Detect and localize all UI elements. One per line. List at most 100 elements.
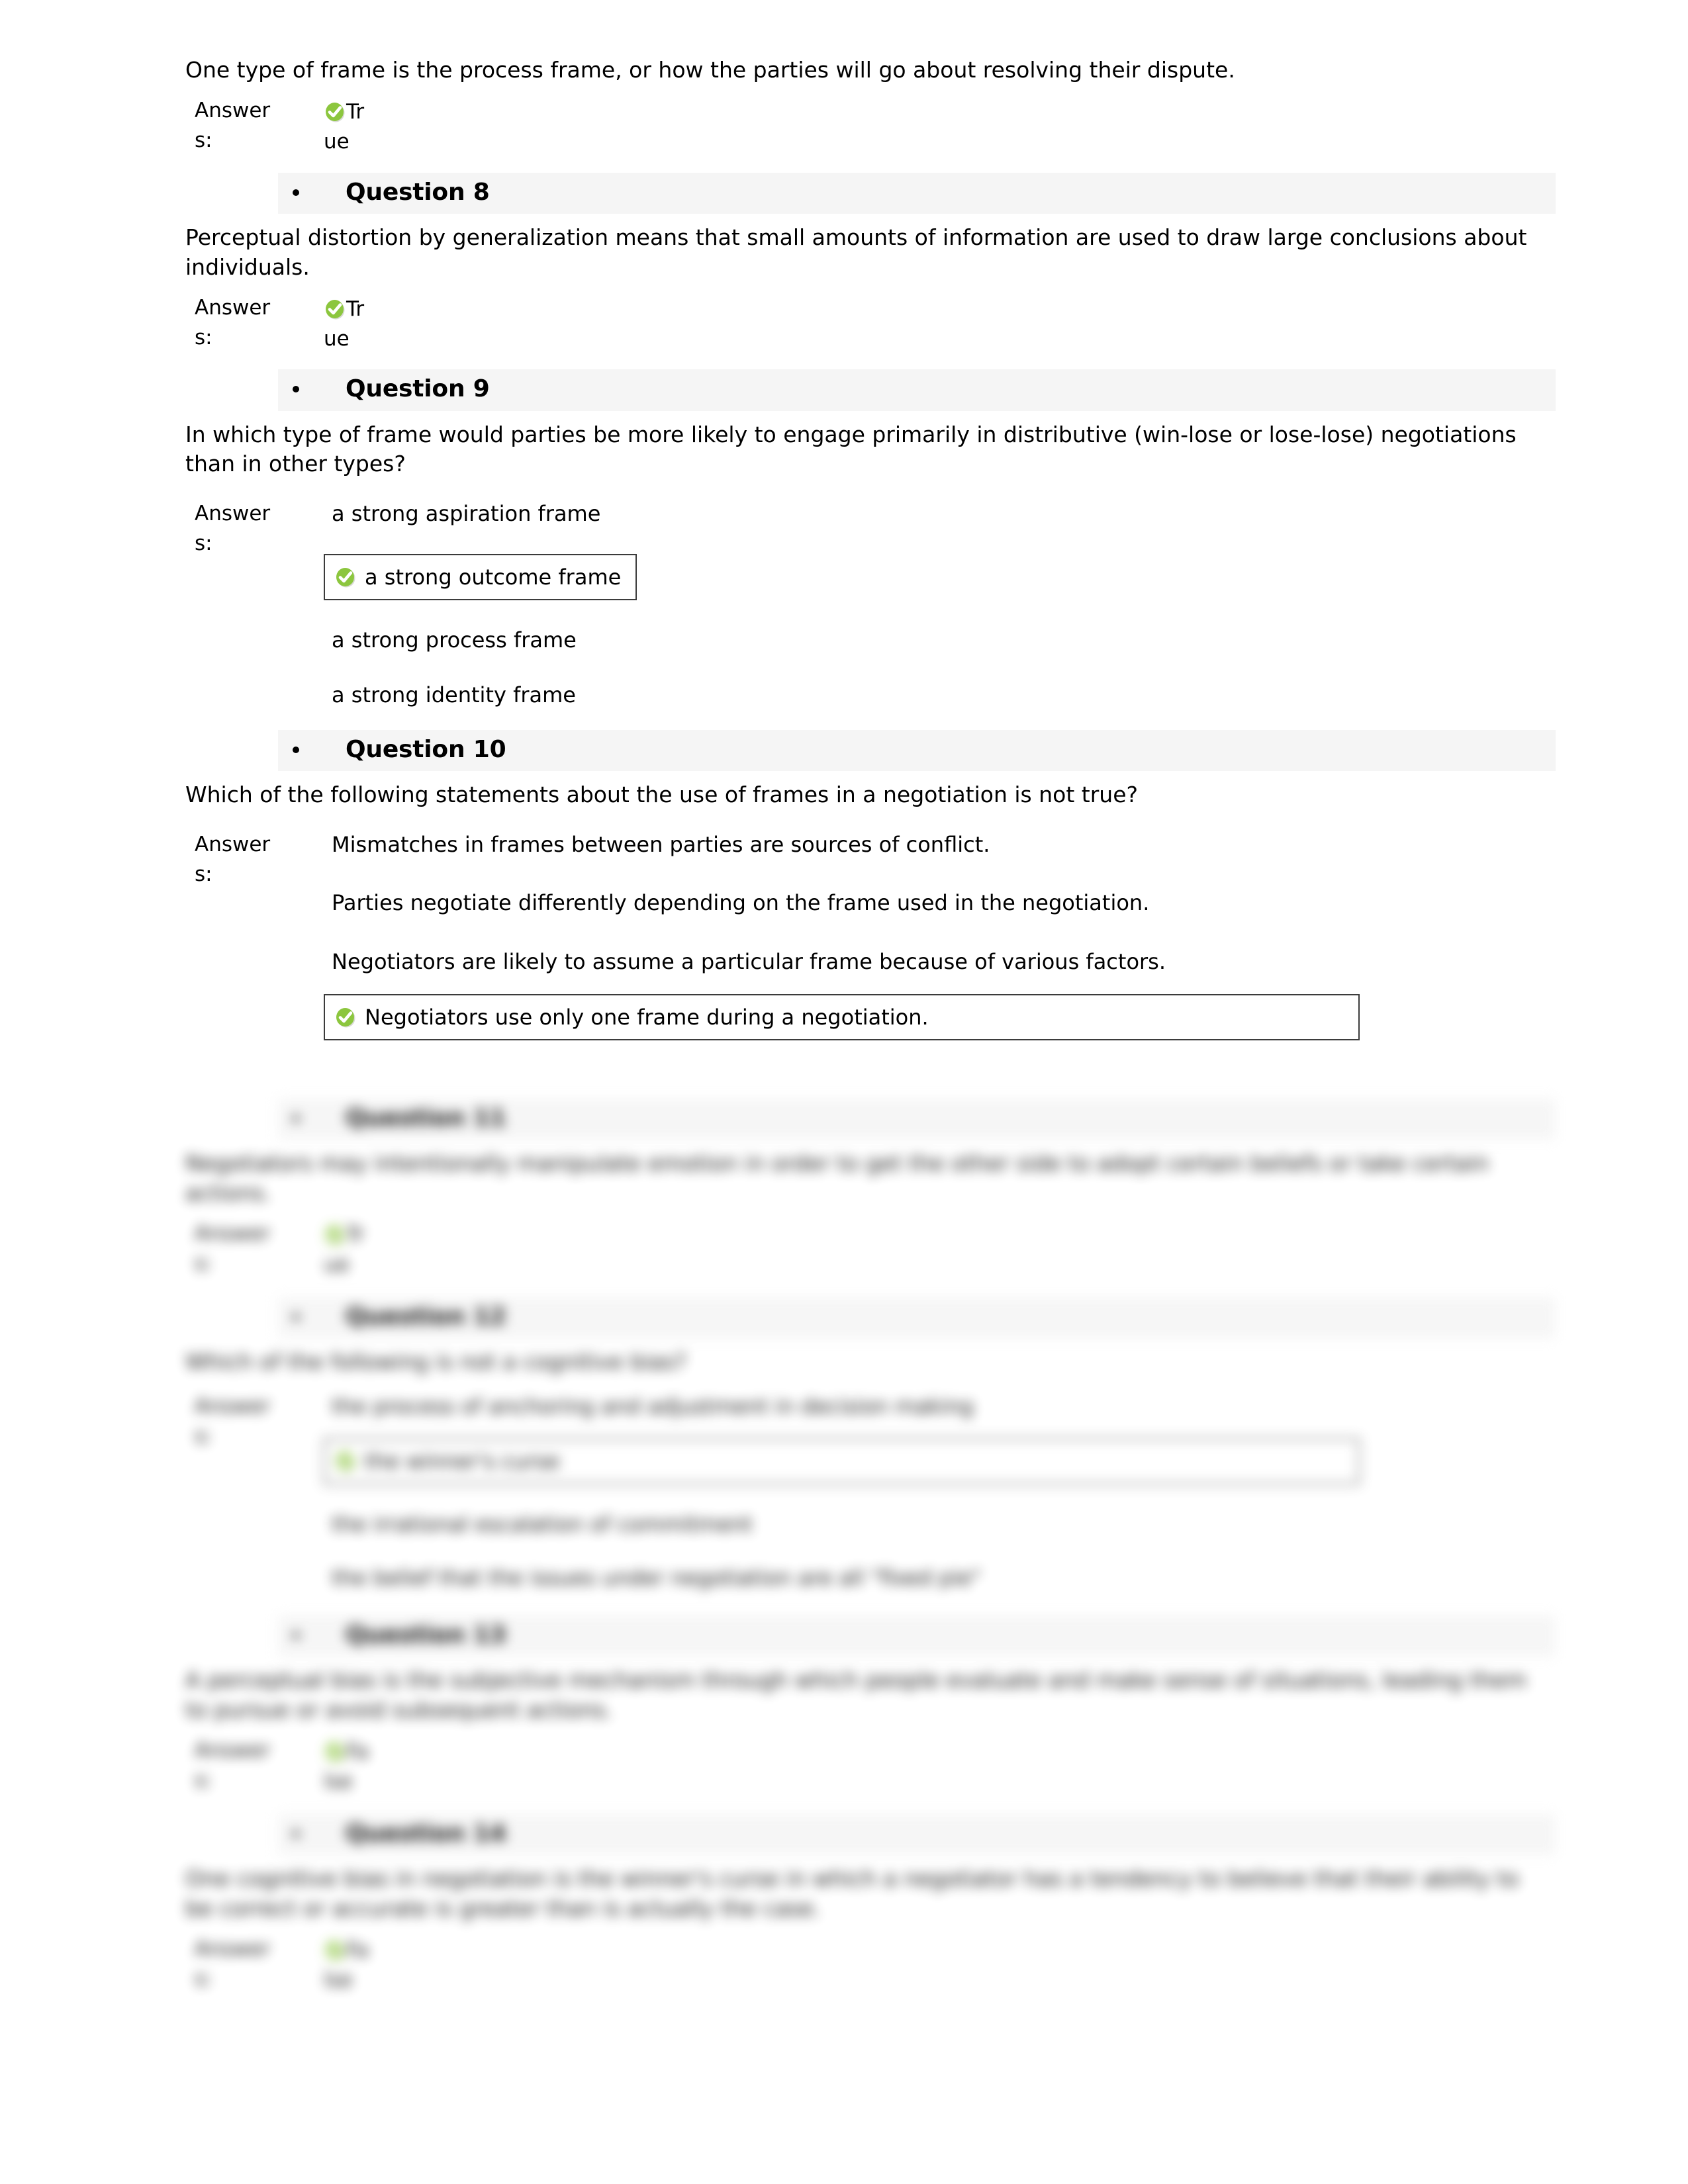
answers-label: Answer s: [195, 1392, 277, 1451]
green-check-circle-icon [324, 101, 346, 123]
answer-option[interactable]: Negotiators are likely to assume a parti… [324, 947, 1549, 977]
answers-body: True [324, 293, 1549, 353]
green-check-circle-icon [334, 1450, 357, 1473]
answer-text-line2: e [336, 1252, 350, 1277]
question-stem: A perceptual bias is the subjective mech… [185, 1667, 1527, 1723]
answer-option-label: Negotiators use only one frame during a … [365, 1005, 929, 1030]
answer-option-label: the winner's curse [365, 1449, 560, 1475]
answers-block: Answer s: Mismatches in frames between p… [185, 830, 1549, 1066]
answer-text-line2: e [340, 1769, 353, 1794]
answers-label-line1: Answer [195, 98, 271, 122]
true-false-answer: False [324, 1737, 373, 1797]
answers-block: Answer s: True [185, 1219, 1549, 1279]
true-false-answer: False [324, 1936, 373, 1995]
question-stem: Which of the following statements about … [185, 781, 1139, 807]
question-title: Question 13 [346, 1621, 506, 1649]
content-column: One type of frame is the process frame, … [185, 46, 1556, 1066]
question-stem: In which type of frame would parties be … [185, 421, 1517, 477]
answer-option-selected[interactable]: the winner's curse [324, 1438, 1360, 1485]
bullet-icon [293, 1632, 299, 1639]
question-title: Question 14 [346, 1819, 506, 1847]
answers-label-line2: s: [195, 1768, 212, 1792]
answers-label-line2: s: [195, 325, 212, 349]
green-check-circle-icon [324, 298, 346, 320]
answer-option[interactable]: a strong aspiration frame [324, 499, 1549, 529]
answers-label-line1: Answer [195, 295, 271, 320]
bullet-icon [293, 386, 299, 393]
bullet-icon [293, 1830, 299, 1837]
answers-label-line1: Answer [195, 502, 271, 526]
answers-label-line2: s: [195, 128, 212, 152]
question-title: Question 9 [346, 375, 490, 403]
answer-option[interactable]: Mismatches in frames between parties are… [324, 830, 1549, 860]
answers-body: False [324, 1736, 1549, 1796]
question-stem: One type of frame is the process frame, … [185, 57, 1235, 83]
answer-option[interactable]: the process of anchoring and adjustment … [324, 1392, 1549, 1422]
answers-label: Answer s: [195, 1934, 277, 1994]
answer-text-line2: e [336, 129, 350, 154]
answers-block: Answer s: the process of anchoring and a… [185, 1392, 1549, 1593]
question-title: Question 10 [346, 735, 506, 763]
bullet-icon [293, 1115, 299, 1122]
question-stem: One cognitive bias in negotiation is the… [185, 1865, 1519, 1921]
true-false-answer: True [324, 97, 373, 157]
answers-body: True [324, 96, 1549, 156]
blurred-content-region: Question 11 Negotiators may intentionall… [0, 1099, 1688, 1993]
question-title: Question 12 [346, 1302, 506, 1330]
answers-label-line2: s: [195, 1251, 212, 1275]
bullet-icon [293, 746, 299, 753]
question-header-14: Question 14 [278, 1813, 1556, 1855]
answer-option-selected[interactable]: Negotiators use only one frame during a … [324, 994, 1360, 1041]
answers-block: Answer s: False [185, 1934, 1549, 1994]
answer-option-selected[interactable]: a strong outcome frame [324, 554, 637, 601]
question-stem: Perceptual distortion by generalization … [185, 224, 1527, 280]
answers-label: Answer s: [195, 830, 277, 889]
answers-body: a strong aspiration frame a strong outco… [324, 499, 1549, 709]
question-title: Question 8 [346, 178, 490, 206]
answers-body: False [324, 1934, 1549, 1994]
green-check-circle-icon [324, 1224, 346, 1246]
true-false-answer: True [324, 1220, 373, 1280]
question-stem: Negotiators may intentionally manipulate… [185, 1150, 1489, 1206]
answers-block: Answer s: True [185, 96, 1549, 156]
green-check-circle-icon [334, 566, 357, 588]
answers-block: Answer s: True [185, 293, 1549, 353]
question-header-12: Question 12 [278, 1297, 1556, 1338]
question-header-10: Question 10 [278, 729, 1556, 771]
document-page: One type of frame is the process frame, … [0, 0, 1688, 2184]
answer-text-line2: e [336, 326, 350, 351]
answers-label-line2: s: [195, 531, 212, 556]
question-header-8: Question 8 [278, 172, 1556, 214]
answers-label: Answer s: [195, 1736, 277, 1796]
answer-option[interactable]: a strong identity frame [324, 680, 1549, 710]
answer-option[interactable]: Parties negotiate differently depending … [324, 888, 1549, 918]
bullet-icon [293, 189, 299, 196]
answers-label-line1: Answer [195, 1738, 271, 1762]
green-check-circle-icon [324, 1741, 346, 1763]
answer-option[interactable]: a strong process frame [324, 625, 1549, 655]
question-header-11: Question 11 [278, 1099, 1556, 1140]
bullet-icon [293, 1313, 299, 1320]
answers-label-line1: Answer [195, 1936, 271, 1961]
blurred-content-column: Question 11 Negotiators may intentionall… [185, 1099, 1556, 1994]
answer-text-line2: e [340, 1968, 353, 1992]
answers-label: Answer s: [195, 499, 277, 559]
answers-label-line2: s: [195, 862, 212, 886]
answers-label-line1: Answer [195, 832, 271, 856]
answers-label-line1: Answer [195, 1394, 271, 1418]
answers-label: Answer s: [195, 1219, 277, 1279]
answer-option[interactable]: the irrational escalation of commitment [324, 1510, 1549, 1539]
answers-block: Answer s: False [185, 1736, 1549, 1796]
answers-block: Answer s: a strong aspiration frame a st… [185, 499, 1549, 709]
answer-option[interactable]: the belief that the issues under negotia… [324, 1563, 1549, 1593]
question-stem: Which of the following is not a cognitiv… [185, 1348, 686, 1375]
question-header-13: Question 13 [278, 1615, 1556, 1657]
question-title: Question 11 [346, 1105, 506, 1132]
answers-label-line1: Answer [195, 1221, 271, 1246]
question-header-9: Question 9 [278, 369, 1556, 411]
green-check-circle-icon [334, 1006, 357, 1028]
answers-body: True [324, 1219, 1549, 1279]
answers-label: Answer s: [195, 293, 277, 353]
answer-option-label: a strong outcome frame [365, 565, 622, 590]
answers-label-line2: s: [195, 1424, 212, 1448]
